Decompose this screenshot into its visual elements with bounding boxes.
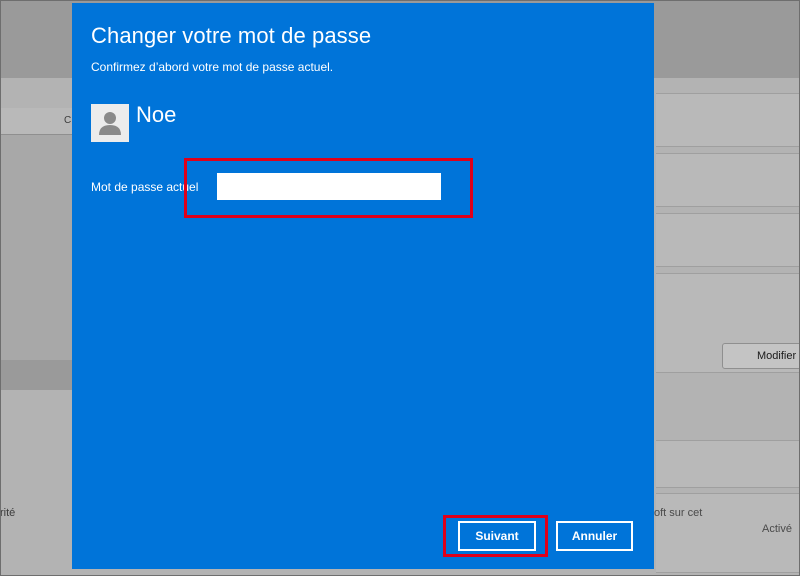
background-left-tab [0, 108, 72, 135]
dialog-title: Changer votre mot de passe [91, 23, 372, 48]
background-card [656, 440, 800, 488]
change-password-dialog: Changer votre mot de passe Confirmez d’a… [72, 3, 654, 569]
background-card [656, 213, 800, 267]
background-modify-button: Modifier [722, 343, 800, 369]
current-password-label: Mot de passe actuel [91, 180, 199, 194]
background-card [656, 93, 800, 147]
user-name: Noe [136, 102, 177, 127]
cancel-button[interactable]: Annuler [556, 521, 633, 551]
background-left-tab-text: C [64, 115, 72, 126]
current-password-input[interactable] [217, 173, 441, 200]
background-card [656, 153, 800, 207]
background-right-text: oft sur cet [654, 507, 703, 519]
background-left-strip [0, 360, 72, 390]
background-status-text: Activé [762, 523, 792, 535]
user-avatar-icon [91, 104, 129, 142]
next-button[interactable]: Suivant [458, 521, 536, 551]
background-left-text: rité [0, 507, 16, 519]
dialog-subtitle: Confirmez d’abord votre mot de passe act… [91, 60, 334, 74]
background-left-panel [0, 108, 72, 390]
